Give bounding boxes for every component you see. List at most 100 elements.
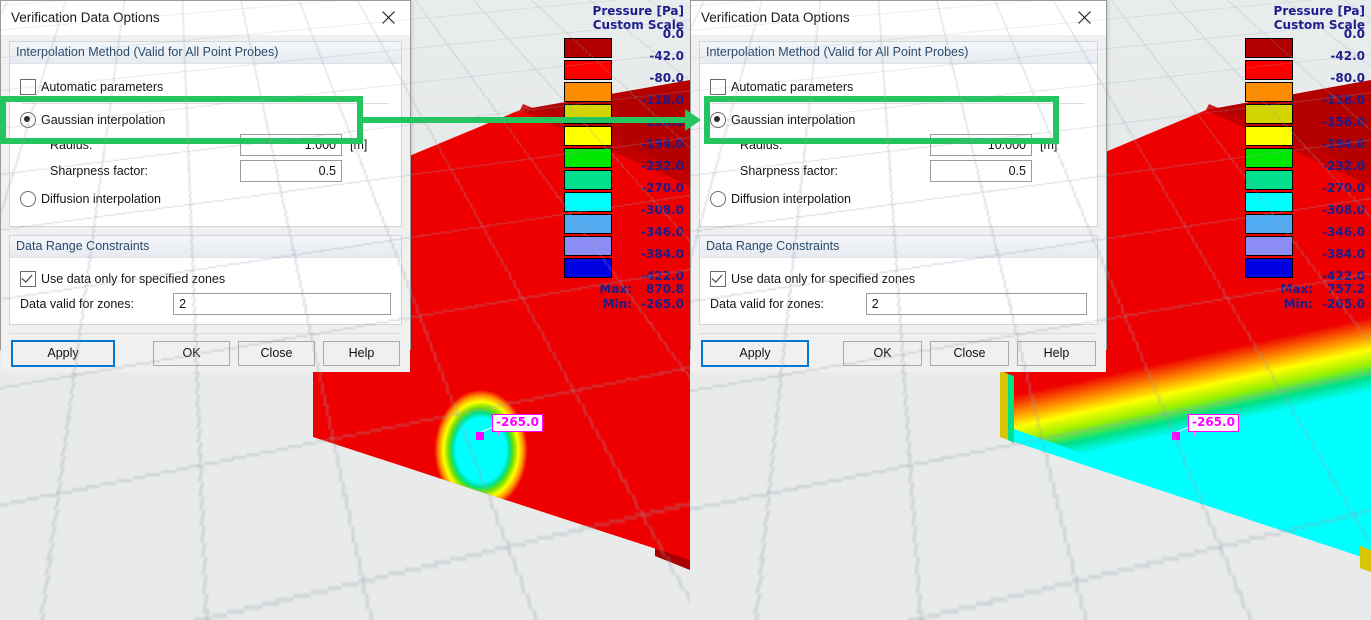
- legend-swatch: [1245, 38, 1293, 58]
- sharpness-input[interactable]: 0.5: [240, 160, 342, 182]
- ok-button[interactable]: OK: [153, 341, 230, 366]
- close-button[interactable]: Close: [930, 341, 1009, 366]
- legend-swatch-list: 0.0-42.0-80.0-118.0-156.0-194.0-232.0-27…: [1245, 34, 1367, 276]
- legend-tick-label: -232.0: [1295, 159, 1365, 173]
- legend-tick-label: -270.0: [1295, 181, 1365, 195]
- automatic-parameters-row[interactable]: Automatic parameters: [20, 74, 391, 99]
- divider: [22, 103, 389, 104]
- gaussian-interpolation-radio[interactable]: [20, 112, 36, 128]
- interpolation-group-header: Interpolation Method (Valid for All Poin…: [10, 42, 401, 64]
- apply-button[interactable]: Apply: [11, 340, 115, 367]
- legend-swatch: [1245, 258, 1293, 278]
- use-zones-label: Use data only for specified zones: [731, 272, 915, 286]
- use-zones-label: Use data only for specified zones: [41, 272, 225, 286]
- dialog-button-bar: Apply OK Close Help: [699, 334, 1098, 372]
- legend-max-label: Max:: [1275, 282, 1313, 297]
- automatic-parameters-row[interactable]: Automatic parameters: [710, 74, 1087, 99]
- interpolation-method-group: Interpolation Method (Valid for All Poin…: [699, 41, 1098, 227]
- gaussian-interpolation-radio[interactable]: [710, 112, 726, 128]
- dialog-title-bar[interactable]: Verification Data Options: [1, 1, 410, 35]
- verification-data-options-dialog[interactable]: Verification Data Options Interpolation …: [0, 0, 411, 350]
- radius-input[interactable]: 10.000: [930, 134, 1032, 156]
- radius-unit-label: [m]: [350, 138, 367, 152]
- legend-tick-label: -346.0: [1295, 225, 1365, 239]
- left-color-legend: Pressure [Pa] Custom Scale 0.0-42.0-80.0…: [564, 4, 686, 312]
- automatic-parameters-checkbox[interactable]: [20, 79, 36, 95]
- legend-tick-label: -42.0: [1295, 49, 1365, 63]
- constraints-group-header: Data Range Constraints: [10, 236, 401, 258]
- radius-input[interactable]: 1.000: [240, 134, 342, 156]
- diffusion-interpolation-radio[interactable]: [710, 191, 726, 207]
- legend-tick-label: -384.0: [1295, 247, 1365, 261]
- dialog-body: Interpolation Method (Valid for All Poin…: [1, 41, 410, 372]
- use-zones-row[interactable]: Use data only for specified zones: [20, 266, 391, 291]
- legend-tick-label: -308.0: [614, 203, 684, 217]
- zones-row[interactable]: Data valid for zones: 2: [20, 291, 391, 317]
- change-indicator-arrow-line: [357, 117, 687, 123]
- zones-row[interactable]: Data valid for zones: 2: [710, 291, 1087, 317]
- legend-row: -384.0-422.0: [564, 254, 686, 276]
- legend-min-value: -265.0: [638, 297, 684, 312]
- legend-tick-label: -118.0: [1295, 93, 1365, 107]
- diffusion-interpolation-row[interactable]: Diffusion interpolation: [20, 186, 391, 211]
- legend-tick-label: 0.0: [614, 27, 684, 41]
- diffusion-interpolation-radio[interactable]: [20, 191, 36, 207]
- verification-data-options-dialog[interactable]: Verification Data Options Interpolation …: [690, 0, 1107, 350]
- zones-input[interactable]: 2: [866, 293, 1087, 315]
- data-range-constraints-group: Data Range Constraints Use data only for…: [9, 235, 402, 325]
- ok-button[interactable]: OK: [843, 341, 922, 366]
- radius-unit-label: [m]: [1040, 138, 1057, 152]
- legend-tick-label: -346.0: [614, 225, 684, 239]
- legend-tick-label: -80.0: [614, 71, 684, 85]
- sharpness-row[interactable]: Sharpness factor: 0.5: [710, 158, 1087, 184]
- interpolation-group-content: Automatic parameters Gaussian interpolat…: [700, 64, 1097, 226]
- radius-row[interactable]: Radius: 1.000 [m]: [20, 132, 391, 158]
- dialog-button-bar: Apply OK Close Help: [9, 334, 402, 372]
- sharpness-row[interactable]: Sharpness factor: 0.5: [20, 158, 391, 184]
- dialog-title-bar[interactable]: Verification Data Options: [691, 1, 1106, 35]
- probe-value-label: -265.0: [1188, 414, 1239, 432]
- gaussian-interpolation-label: Gaussian interpolation: [731, 113, 855, 127]
- diffusion-interpolation-row[interactable]: Diffusion interpolation: [710, 186, 1087, 211]
- constraints-group-content: Use data only for specified zones Data v…: [10, 258, 401, 324]
- use-zones-checkbox[interactable]: [20, 271, 36, 287]
- data-range-constraints-group: Data Range Constraints Use data only for…: [699, 235, 1098, 325]
- interpolation-group-content: Automatic parameters Gaussian interpolat…: [10, 64, 401, 226]
- legend-swatch: [1245, 60, 1293, 80]
- interpolation-group-header: Interpolation Method (Valid for All Poin…: [700, 42, 1097, 64]
- automatic-parameters-checkbox[interactable]: [710, 79, 726, 95]
- help-button[interactable]: Help: [323, 341, 400, 366]
- gaussian-interpolation-row[interactable]: Gaussian interpolation: [20, 107, 391, 132]
- sharpness-label: Sharpness factor:: [710, 164, 930, 178]
- use-zones-row[interactable]: Use data only for specified zones: [710, 266, 1087, 291]
- help-button[interactable]: Help: [1017, 341, 1096, 366]
- diffusion-interpolation-label: Diffusion interpolation: [731, 192, 851, 206]
- legend-minmax: Max: 870.8 Min: -265.0: [564, 282, 686, 312]
- sharpness-label: Sharpness factor:: [20, 164, 240, 178]
- legend-tick-label: -270.0: [614, 181, 684, 195]
- probe-value-label: -265.0: [492, 414, 543, 432]
- legend-swatch: [1245, 236, 1293, 256]
- radius-row[interactable]: Radius: 10.000 [m]: [710, 132, 1087, 158]
- use-zones-checkbox[interactable]: [710, 271, 726, 287]
- gaussian-interpolation-row[interactable]: Gaussian interpolation: [710, 107, 1087, 132]
- close-button[interactable]: Close: [238, 341, 315, 366]
- legend-swatch: [1245, 170, 1293, 190]
- left-screenshot-panel: -265.0 Pressure [Pa] Custom Scale 0.0-42…: [0, 0, 690, 620]
- close-icon[interactable]: [1064, 1, 1106, 33]
- apply-button[interactable]: Apply: [701, 340, 809, 367]
- zones-label: Data valid for zones:: [20, 297, 173, 311]
- sharpness-input[interactable]: 0.5: [930, 160, 1032, 182]
- legend-minmax: Max: 757.2 Min: -265.0: [1245, 282, 1367, 312]
- legend-tick-label: -42.0: [614, 49, 684, 63]
- legend-max-label: Max:: [594, 282, 632, 297]
- legend-swatch: [1245, 104, 1293, 124]
- legend-tick-label: -194.0: [614, 137, 684, 151]
- legend-tick-label: -422.0: [1295, 269, 1365, 283]
- change-indicator-arrow-head: [685, 109, 701, 131]
- legend-row: -384.0-422.0: [1245, 254, 1367, 276]
- divider: [712, 103, 1085, 104]
- legend-tick-label: -384.0: [614, 247, 684, 261]
- zones-input[interactable]: 2: [173, 293, 391, 315]
- close-icon[interactable]: [368, 1, 410, 33]
